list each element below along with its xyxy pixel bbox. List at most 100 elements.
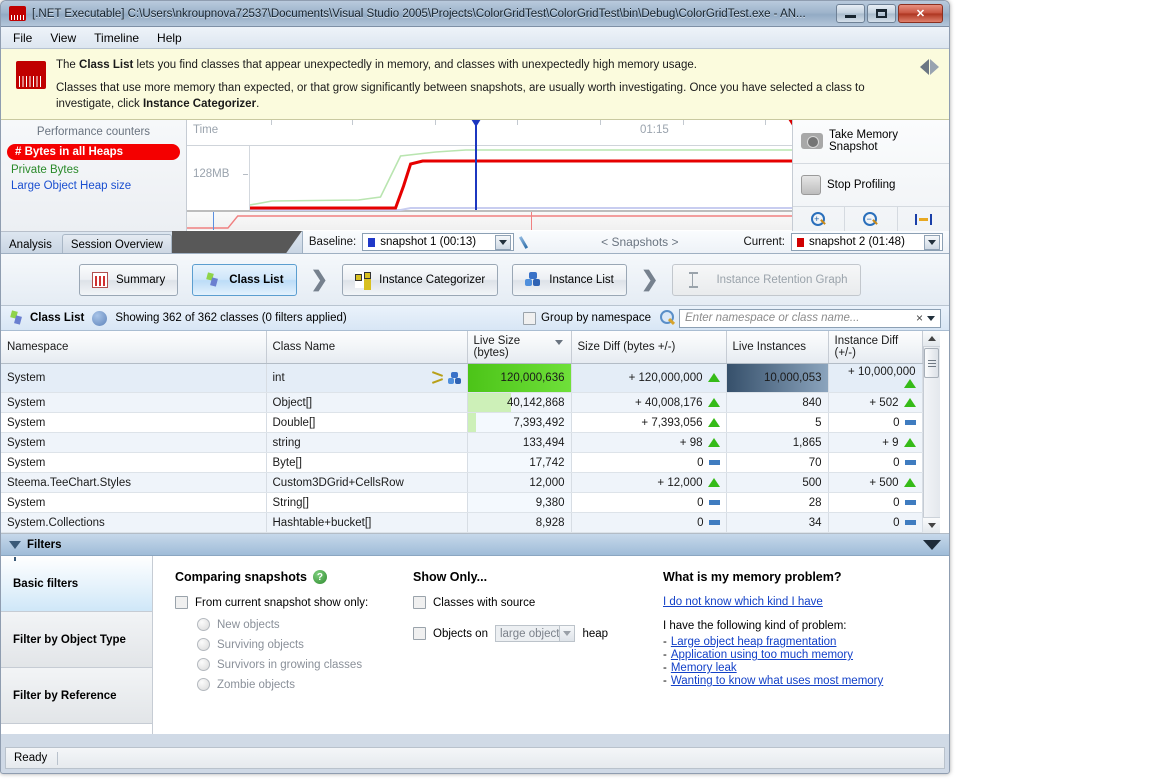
class-list-icon [9,310,25,326]
menu-item-file[interactable]: File [13,31,32,45]
graph-overview-strip[interactable] [187,212,792,231]
cell-class-name: Double[] [266,412,468,434]
radio-surviving-objects[interactable]: Surviving objects [175,638,393,652]
table-row[interactable]: System.Collections Hashtable+bucket[] 8,… [1,512,923,534]
cell-live-size: 120,000,636 [467,363,572,394]
memory-line-chart [249,149,792,212]
from-current-snapshot-label: From current snapshot show only: [195,596,369,609]
graph-plot-area: Time 01:15 02:30 128MB [187,120,792,213]
table-scrollbar[interactable] [922,331,940,534]
trend-flat-icon [708,499,720,505]
scroll-up-button[interactable] [923,331,940,348]
cell-live-size: 133,494 [467,432,572,454]
link-unknown-problem[interactable]: I do not know which kind I have [663,596,939,608]
table-row[interactable]: System int 120,000,636 + 120,000,000 10,… [1,363,923,394]
chevron-up-icon [927,336,936,342]
scrollbar-thumb[interactable] [924,348,939,379]
classes-with-source-label: Classes with source [433,596,536,609]
classes-with-source-checkbox[interactable]: Classes with source [413,596,643,610]
current-dropdown-icon[interactable] [924,234,940,250]
zoom-controls: + − [793,207,949,232]
maximize-button[interactable] [867,4,896,23]
search-input[interactable]: Enter namespace or class name... × [679,308,941,328]
link-application-using-too-much-memory[interactable]: Application using too much memory [671,649,853,661]
search-dropdown-icon[interactable] [927,315,935,321]
nav-button-summary[interactable]: Summary [79,263,179,296]
instance-list-icon[interactable] [447,371,461,385]
tab-analysis[interactable]: Analysis [1,234,60,253]
filter-tab-basic-filters[interactable]: Basic filters [1,556,152,613]
menu-item-view[interactable]: View [50,31,76,45]
nav-button-instance-categorizer[interactable]: Instance Categorizer [342,263,499,296]
filters-header[interactable]: Filters [1,534,949,561]
y-axis-label: 128MB [193,168,230,181]
previous-tip-icon[interactable] [920,59,929,75]
table-row[interactable]: System string 133,494 + 98 1,865 + 9 [1,432,923,454]
zoom-out-button[interactable]: − [845,207,898,232]
filter-tab-reference[interactable]: Filter by Reference [1,668,152,725]
objects-on-heap-row[interactable]: Objects on large object heap [413,625,643,643]
time-axis: Time 01:15 02:30 [187,120,792,147]
table-row[interactable]: System Byte[] 17,742 0 70 0 [1,452,923,474]
menu-item-timeline[interactable]: Timeline [94,31,139,45]
counter-large-object-heap-size[interactable]: Large Object Heap size [1,178,186,194]
column-header-namespace[interactable]: Namespace [1,331,267,365]
radio-survivors-in-growing-classes[interactable]: Survivors in growing classes [175,658,393,672]
counter-private-bytes[interactable]: Private Bytes [1,162,186,178]
trend-flat-icon [708,519,720,525]
heap-type-select[interactable]: large object [494,625,576,643]
minimize-button[interactable] [836,4,865,23]
filter-tab-object-type[interactable]: Filter by Object Type [1,612,152,669]
heap-type-dropdown-icon[interactable] [559,626,575,642]
fit-width-button[interactable] [898,207,949,231]
radio-new-objects[interactable]: New objects [175,618,393,632]
link-wanting-to-know-what-uses-most-memory[interactable]: Wanting to know what uses most memory [671,675,883,687]
cell-live-size: 8,928 [467,512,572,534]
heap-type-value: large object [499,627,560,640]
group-by-namespace-checkbox[interactable]: Group by namespace [523,311,651,325]
radio-zombie-objects[interactable]: Zombie objects [175,678,393,692]
column-header-live-instances[interactable]: Live Instances [726,331,829,365]
cell-live-instances: 70 [726,452,829,474]
nav-button-instance-list[interactable]: Instance List [512,263,627,296]
list-item: - Large object heap fragmentation [663,636,939,649]
scissors-icon[interactable] [432,372,445,385]
table-row[interactable]: System Object[] 40,142,868 + 40,008,176 … [1,392,923,414]
current-combo[interactable]: snapshot 2 (01:48) [791,233,943,252]
table-row[interactable]: Steema.TeeChart.Styles Custom3DGrid+Cell… [1,472,923,494]
table-row[interactable]: System String[] 9,380 0 28 0 [1,492,923,514]
baseline-dropdown-icon[interactable] [495,234,512,250]
column-header-live-size[interactable]: Live Size (bytes) [467,331,572,365]
zoom-in-button[interactable]: + [793,207,846,232]
axis-tick [600,120,601,126]
nav-button-instance-retention-graph[interactable]: Instance Retention Graph [672,263,861,296]
take-memory-snapshot-button[interactable]: Take Memory Snapshot [793,120,949,164]
tab-session-overview[interactable]: Session Overview [61,234,172,254]
from-current-snapshot-checkbox[interactable]: From current snapshot show only: [175,596,393,610]
help-icon[interactable]: ? [312,570,327,585]
baseline-combo[interactable]: snapshot 1 (00:13) [362,233,515,252]
column-header-size-diff[interactable]: Size Diff (bytes +/-) [571,331,727,365]
clear-search-icon[interactable]: × [912,311,927,325]
edit-snapshot-icon[interactable] [520,234,536,250]
menu-item-help[interactable]: Help [157,31,182,45]
row-action-icons[interactable] [432,371,461,385]
trend-up-icon [903,379,916,389]
column-header-class-name[interactable]: Class Name [266,331,468,365]
memory-graph[interactable]: Time 01:15 02:30 128MB [187,120,792,232]
close-button[interactable]: ✕ [898,4,943,23]
next-tip-icon[interactable] [930,59,939,75]
table-row[interactable]: System Double[] 7,393,492 + 7,393,056 5 … [1,412,923,434]
stop-profiling-button[interactable]: Stop Profiling [793,164,949,208]
collapse-filters-icon[interactable] [923,539,941,550]
link-large-object-heap-fragmentation[interactable]: Large object heap fragmentation [671,636,837,648]
app-icon [9,6,26,21]
baseline-color-swatch [368,237,376,247]
counter-bytes-in-all-heaps[interactable]: # Bytes in all Heaps [7,144,180,161]
show-only-heading: Show Only... [413,570,488,585]
scroll-down-button[interactable] [923,517,940,534]
snapshot-1-marker[interactable] [471,120,481,211]
link-memory-leak[interactable]: Memory leak [671,662,737,674]
nav-button-class-list[interactable]: Class List [192,263,297,296]
column-header-instance-diff[interactable]: Instance Diff (+/-) [828,331,923,365]
